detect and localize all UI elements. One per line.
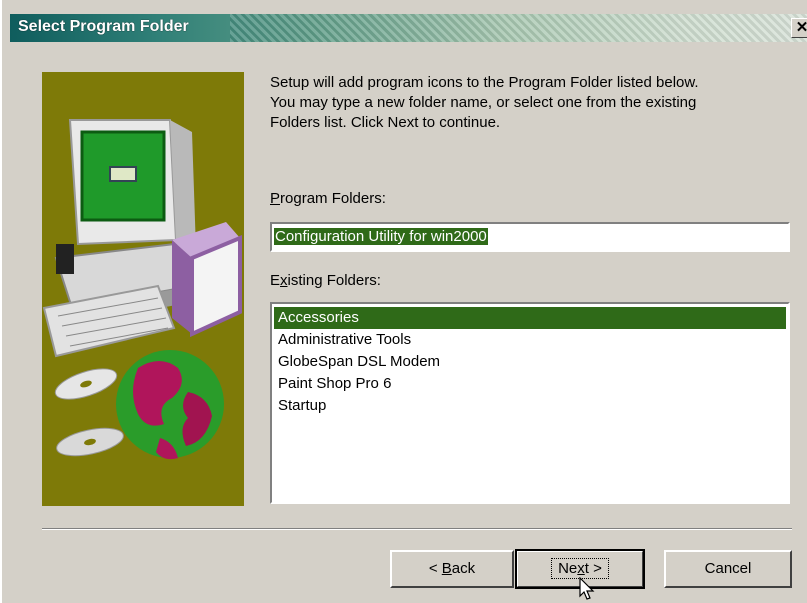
list-item[interactable]: Accessories [274, 307, 786, 329]
instructions-line: Folders list. Click Next to continue. [270, 114, 501, 131]
focus-rectangle: Next > [551, 558, 609, 579]
computer-and-globe-icon [42, 119, 242, 460]
instructions-line: Setup will add program icons to the Prog… [270, 74, 699, 91]
program-folder-input[interactable]: Configuration Utility for win2000 [270, 222, 790, 252]
close-button[interactable]: ✕ [791, 18, 807, 38]
program-folder-value: Configuration Utility for win2000 [274, 228, 488, 245]
list-item[interactable]: Startup [274, 395, 786, 417]
setup-dialog: Select Program Folder ✕ Setup will add p… [0, 0, 807, 603]
accelerator-key: P [270, 190, 281, 207]
window-title: Select Program Folder [18, 18, 189, 35]
list-item[interactable]: GlobeSpan DSL Modem [274, 351, 786, 373]
program-folders-label: Program Folders: [270, 190, 386, 207]
divider [42, 528, 792, 530]
title-bar[interactable]: Select Program Folder ✕ [10, 14, 807, 42]
cancel-button[interactable]: Cancel [664, 550, 792, 588]
mouse-pointer-icon [579, 577, 595, 600]
close-icon: ✕ [795, 19, 807, 36]
back-button[interactable]: < Back [390, 550, 514, 588]
list-item[interactable]: Paint Shop Pro 6 [274, 373, 786, 395]
instructions-text: Setup will add program icons to the Prog… [270, 73, 790, 133]
setup-illustration [42, 72, 244, 506]
instructions-line: You may type a new folder name, or selec… [270, 94, 697, 111]
existing-folders-list[interactable]: Accessories Administrative Tools GlobeSp… [270, 302, 790, 504]
accelerator-key: x [280, 272, 288, 289]
existing-folders-label: Existing Folders: [270, 272, 381, 289]
list-item[interactable]: Administrative Tools [274, 329, 786, 351]
